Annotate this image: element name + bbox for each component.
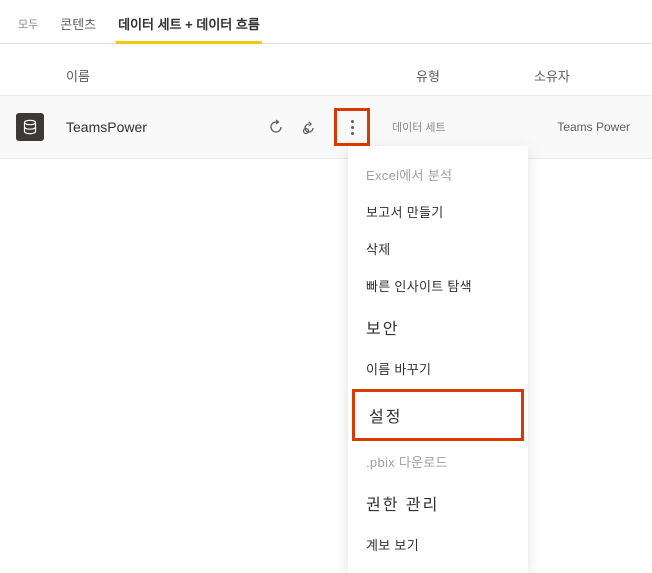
menu-settings[interactable]: 설정 (352, 389, 524, 441)
row-name: TeamsPower (66, 119, 266, 135)
tab-bar: 모두 콘텐츠 데이터 세트 + 데이터 흐름 (0, 0, 652, 44)
header-type: 유형 (416, 66, 534, 85)
menu-analyze-excel: Excel에서 분석 (348, 156, 528, 193)
more-options-button[interactable] (343, 115, 361, 139)
menu-security[interactable]: 보안 (348, 304, 528, 350)
menu-delete[interactable]: 삭제 (348, 230, 528, 267)
tab-all[interactable]: 모두 (16, 10, 40, 42)
refresh-icon[interactable] (266, 117, 286, 137)
column-headers: 이름 유형 소유자 (0, 44, 652, 95)
header-owner: 소유자 (534, 66, 636, 85)
tab-datasets[interactable]: 데이터 세트 + 데이터 흐름 (116, 8, 262, 43)
menu-download-pbix: .pbix 다운로드 (348, 443, 528, 480)
more-button-highlight (334, 108, 370, 146)
menu-manage-permissions[interactable]: 권한 관리 (348, 480, 528, 526)
menu-create-report[interactable]: 보고서 만들기 (348, 193, 528, 230)
row-type: 데이터 세트 (392, 119, 492, 135)
menu-view-lineage[interactable]: 계보 보기 (348, 526, 528, 563)
tab-content[interactable]: 콘텐츠 (58, 8, 98, 43)
header-name: 이름 (66, 66, 416, 85)
table-row[interactable]: TeamsPower 데이터 세트 Teams Power (0, 95, 652, 159)
row-owner: Teams Power (557, 120, 636, 134)
row-actions (266, 117, 320, 137)
dataset-icon (16, 113, 44, 141)
context-menu: Excel에서 분석 보고서 만들기 삭제 빠른 인사이트 탐색 보안 이름 바… (348, 146, 528, 573)
menu-rename[interactable]: 이름 바꾸기 (348, 350, 528, 387)
schedule-icon[interactable] (300, 117, 320, 137)
menu-quick-insights[interactable]: 빠른 인사이트 탐색 (348, 267, 528, 304)
